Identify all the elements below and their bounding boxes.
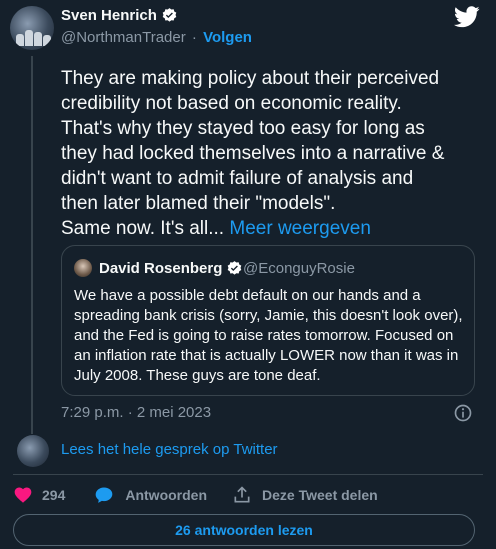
quoted-author-name: David Rosenberg [99, 260, 243, 277]
quoted-author-avatar [74, 259, 92, 277]
twitter-bird-icon[interactable] [454, 6, 480, 28]
quoted-line: July 2008. These guys are tone deaf. [74, 367, 321, 384]
separator: · [191, 29, 197, 46]
verified-badge-icon [228, 261, 242, 275]
tweet-line: That's why they stayed too easy for long… [61, 118, 425, 139]
tweet-line: didn't want to admit failure of analysis… [61, 168, 414, 189]
conversation-avatar [17, 435, 49, 467]
thread-line [31, 56, 33, 434]
follow-button[interactable]: Volgen [203, 29, 252, 46]
verified-badge-icon [162, 8, 177, 22]
author-handle-row: @NorthmanTrader · Volgen [61, 29, 252, 46]
quoted-tweet-text: We have a possible debt default on our h… [74, 286, 469, 386]
show-more-link[interactable]: Meer weergeven [229, 218, 371, 239]
author-name-text[interactable]: Sven Henrich [61, 7, 157, 24]
info-icon[interactable] [453, 403, 473, 423]
quoted-line: and the Fed is going to raise rates tomo… [74, 327, 454, 344]
quoted-line: spreading bank crisis (sorry, Jamie, thi… [74, 307, 463, 324]
tweet-line: they had locked themselves into a narrat… [61, 143, 445, 164]
quoted-author-name-text: David Rosenberg [99, 260, 223, 277]
tweet-line: credibility not based on economic realit… [61, 93, 402, 114]
tweet-line: They are making policy about their perce… [61, 68, 440, 89]
tweet-truncated-text: Same now. It's all... [61, 218, 225, 239]
like-count: 294 [42, 487, 66, 503]
quoted-author-handle: @EconguyRosie [243, 260, 355, 277]
embedded-tweet-card: Sven Henrich @NorthmanTrader · Volgen Th… [0, 0, 496, 549]
reply-bubble-icon [96, 487, 113, 503]
author-avatar[interactable] [10, 6, 54, 50]
read-replies-button[interactable]: 26 antwoorden lezen [13, 514, 475, 546]
divider [13, 474, 483, 475]
action-bar: 294 Antwoorden Deze Tweet delen [13, 484, 378, 506]
read-conversation-link[interactable]: Lees het hele gesprek op Twitter [61, 441, 278, 458]
tweet-timestamp[interactable]: 7:29 p.m. · 2 mei 2023 [61, 404, 211, 421]
heart-icon [14, 487, 32, 503]
quoted-tweet[interactable]: David Rosenberg @EconguyRosie We have a … [61, 245, 475, 396]
share-icon [234, 486, 250, 503]
author-handle[interactable]: @NorthmanTrader [61, 29, 186, 46]
reply-button[interactable]: Antwoorden [94, 485, 232, 505]
tweet-line: then later blamed their "models". [61, 193, 336, 214]
tweet-text: They are making policy about their perce… [61, 66, 481, 241]
author-name[interactable]: Sven Henrich [61, 7, 178, 24]
read-replies-label: 26 antwoorden lezen [175, 522, 313, 538]
reply-label: Antwoorden [125, 487, 208, 503]
like-button[interactable]: 294 [13, 485, 94, 505]
quoted-line: an inflation rate that is actually LOWER… [74, 347, 459, 364]
share-button[interactable]: Deze Tweet delen [232, 485, 378, 505]
tweet-last-line: Same now. It's all... Meer weergeven [61, 216, 481, 241]
share-label: Deze Tweet delen [262, 487, 378, 503]
quoted-line: We have a possible debt default on our h… [74, 287, 421, 304]
